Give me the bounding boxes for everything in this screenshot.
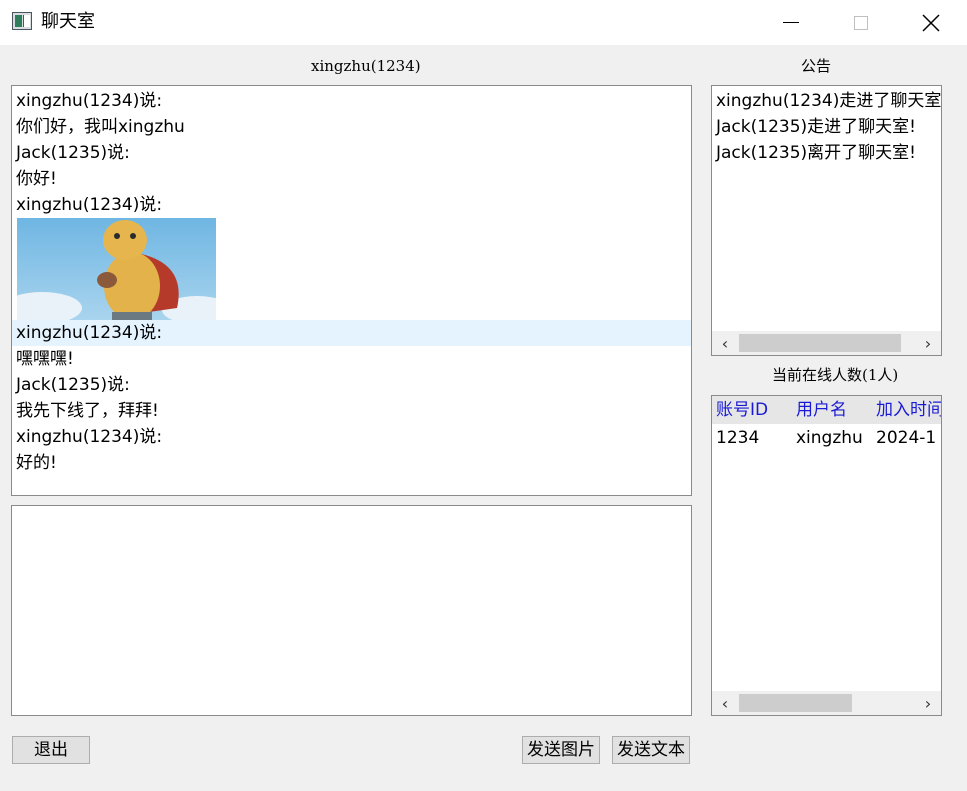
notice-horizontal-scrollbar[interactable]: ‹ › (712, 331, 941, 355)
chat-message: xingzhu(1234)说: (12, 320, 691, 346)
notice-line: Jack(1235)离开了聊天室! (716, 143, 916, 163)
message-input[interactable] (11, 505, 692, 716)
minimize-icon (783, 22, 799, 23)
title-bar: 聊天室 (0, 0, 967, 45)
scroll-right-icon[interactable]: › (915, 331, 941, 355)
chat-message: Jack(1235)说: (16, 375, 130, 395)
exit-button[interactable]: 退出 (12, 736, 90, 764)
chat-message: xingzhu(1234)说: (16, 427, 163, 447)
online-count-label: 当前在线人数(1人) (772, 366, 899, 384)
maximize-icon (854, 15, 868, 30)
scroll-left-icon[interactable]: ‹ (712, 331, 738, 355)
column-header-account-id[interactable]: 账号ID (716, 396, 768, 424)
notice-title: 公告 (801, 57, 832, 75)
chat-message: xingzhu(1234)说: (16, 91, 163, 111)
chat-log[interactable]: xingzhu(1234)说: 你们好，我叫xingzhu Jack(1235)… (11, 85, 692, 496)
chat-message: 我先下线了，拜拜! (16, 401, 159, 421)
online-users-table[interactable]: 账号ID 用户名 加入时间 1234 xingzhu 2024-1 ‹ › (711, 395, 942, 716)
chat-message: xingzhu(1234)说: (16, 195, 163, 215)
table-horizontal-scrollbar[interactable]: ‹ › (712, 691, 941, 715)
table-header: 账号ID 用户名 加入时间 (712, 396, 941, 424)
maximize-button[interactable] (838, 0, 884, 45)
notice-line: Jack(1235)走进了聊天室! (716, 117, 916, 137)
app-window-icon (12, 12, 32, 30)
chat-message: 你们好，我叫xingzhu (16, 117, 185, 137)
scrollbar-thumb[interactable] (739, 334, 901, 352)
send-image-button[interactable]: 发送图片 (522, 736, 600, 764)
chat-message: 好的! (16, 453, 57, 473)
table-row[interactable]: 1234 xingzhu 2024-1 (712, 424, 941, 452)
close-button[interactable] (908, 0, 954, 45)
chat-image (17, 218, 216, 320)
current-user-label: xingzhu(1234) (311, 57, 421, 75)
minimize-button[interactable] (768, 0, 814, 45)
close-icon (922, 13, 940, 32)
cell-account-id: 1234 (716, 428, 760, 448)
column-header-join-time[interactable]: 加入时间 (876, 396, 941, 424)
send-text-button[interactable]: 发送文本 (612, 736, 690, 764)
chat-message: Jack(1235)说: (16, 143, 130, 163)
chat-message: 你好! (16, 169, 57, 189)
cell-username: xingzhu (796, 428, 863, 448)
cell-join-time: 2024-1 (876, 428, 937, 448)
notice-line: xingzhu(1234)走进了聊天室 (716, 91, 942, 111)
notice-list[interactable]: xingzhu(1234)走进了聊天室 Jack(1235)走进了聊天室! Ja… (711, 85, 942, 356)
scroll-right-icon[interactable]: › (915, 691, 941, 715)
scroll-left-icon[interactable]: ‹ (712, 691, 738, 715)
column-header-username[interactable]: 用户名 (796, 396, 847, 424)
window-title: 聊天室 (41, 11, 95, 32)
scrollbar-thumb[interactable] (739, 694, 852, 712)
chat-message: 嘿嘿嘿! (16, 349, 74, 369)
